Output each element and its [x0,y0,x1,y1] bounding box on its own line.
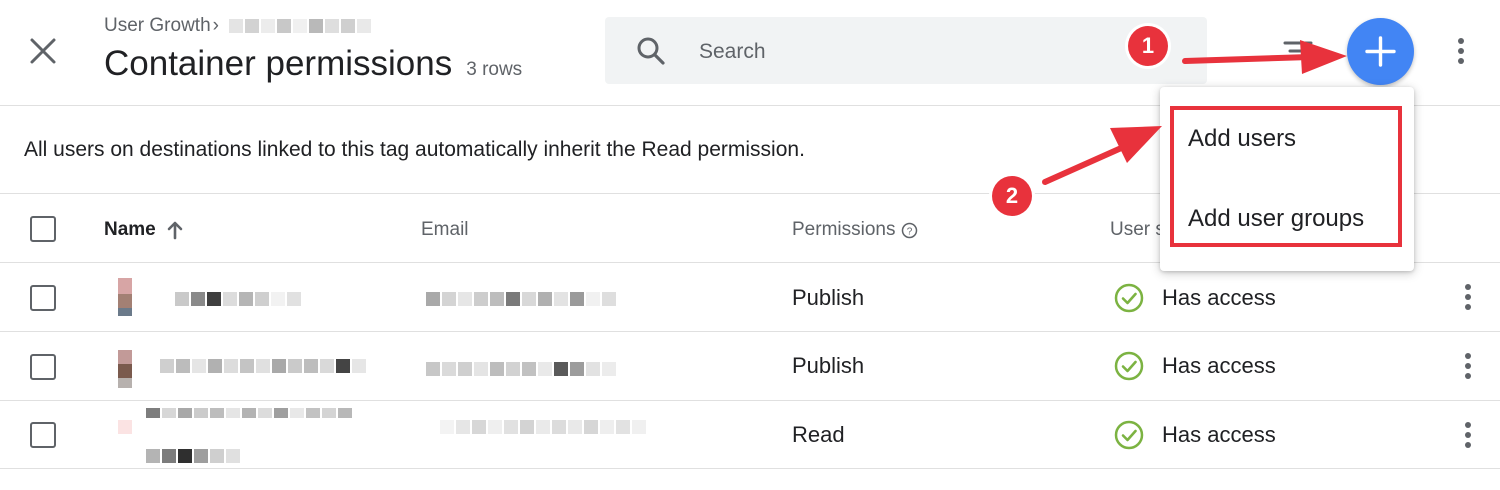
search-input[interactable] [697,33,1181,71]
plus-icon [1365,36,1396,67]
redacted-name [160,359,366,373]
redacted-email [426,292,616,306]
check-circle-icon [1114,351,1144,381]
status-cell: Has access [1114,420,1276,450]
column-header-permissions-label: Permissions [792,219,896,240]
select-all-checkbox[interactable] [30,216,56,242]
annotation-badge-2: 2 [992,176,1032,216]
search-box[interactable] [605,17,1207,84]
add-button[interactable] [1347,18,1414,85]
row-divider [0,331,1500,332]
status-label: Has access [1162,285,1276,310]
search-icon [637,37,665,65]
column-header-status[interactable]: User s [1110,219,1165,241]
row-more-button[interactable] [1455,418,1481,454]
breadcrumb-chevron-icon: › [212,15,219,36]
redacted-name-line2 [146,449,240,463]
close-button[interactable] [22,30,64,72]
redacted-email [426,362,616,376]
help-icon[interactable]: ? [901,222,918,239]
row-count: 3 rows [466,59,523,80]
check-circle-icon [1114,283,1144,313]
status-label: Has access [1162,422,1276,447]
status-label: Has access [1162,353,1276,378]
permission-cell: Publish [792,285,865,310]
status-cell: Has access [1114,283,1276,313]
status-cell: Has access [1114,351,1276,381]
arrow-right-icon [1182,40,1347,74]
permission-cell: Publish [792,353,865,378]
annotation-highlight-box [1170,106,1402,247]
redacted-name [146,408,352,418]
row-more-button[interactable] [1455,349,1481,385]
breadcrumb-parent[interactable]: User Growth [104,15,211,37]
column-header-permissions[interactable]: Permissions ? [792,219,918,241]
annotation-badge-1: 1 [1128,26,1168,66]
redacted-name [175,292,301,306]
row-checkbox[interactable] [30,285,56,311]
filter-icon[interactable] [1283,40,1313,62]
close-icon [30,38,56,64]
breadcrumb: User Growth › [104,15,371,37]
row-divider [0,400,1500,401]
check-circle-icon [1114,420,1144,450]
avatar [108,350,134,390]
more-vert-icon [1465,353,1471,379]
more-vert-icon [1465,284,1471,310]
more-vert-icon [1465,422,1471,448]
column-header-name[interactable]: Name [104,219,184,241]
avatar [108,278,134,318]
svg-text:?: ? [907,226,913,237]
column-header-name-label: Name [104,219,156,240]
permission-cell: Read [792,422,845,447]
info-text: All users on destinations linked to this… [24,138,805,161]
row-more-button[interactable] [1455,280,1481,316]
title-row: Container permissions 3 rows [104,44,522,84]
redacted-breadcrumb [228,19,371,33]
column-header-email[interactable]: Email [421,219,469,241]
row-checkbox[interactable] [30,422,56,448]
more-options-button[interactable] [1448,34,1474,70]
arrow-up-icon [167,221,183,240]
row-checkbox[interactable] [30,354,56,380]
more-vert-icon [1458,38,1464,64]
avatar [118,420,132,434]
row-divider [0,468,1500,469]
arrow-up-right-icon [1042,126,1162,185]
redacted-email [440,420,646,434]
page-title: Container permissions [104,44,453,83]
